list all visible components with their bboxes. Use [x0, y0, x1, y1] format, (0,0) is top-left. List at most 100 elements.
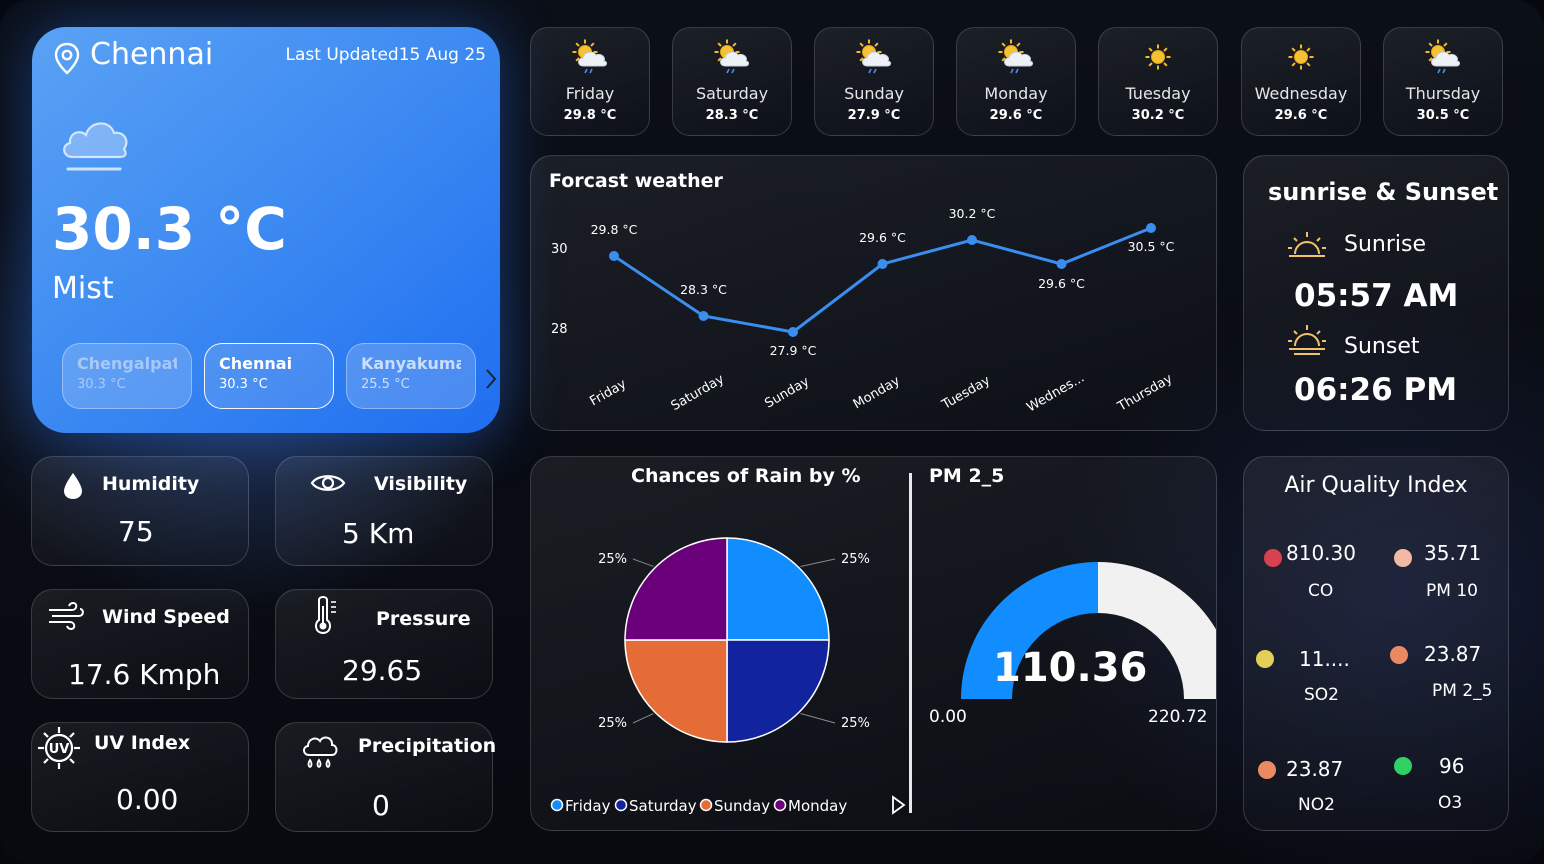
visibility-card: Visibility 5 Km: [275, 456, 493, 566]
leader-line: [632, 558, 654, 567]
data-point[interactable]: [1056, 259, 1067, 269]
city-chip-chennai[interactable]: Chennai 30.3 °C: [204, 343, 334, 409]
slice-label: 25%: [598, 552, 627, 567]
aqi-pollutant-name: PM 10: [1426, 581, 1478, 601]
day-name: Sunday: [844, 84, 904, 103]
aqi-status-dot: [1264, 549, 1282, 567]
wind-speed-label: Wind Speed: [102, 606, 230, 628]
slice-label: 25%: [598, 716, 627, 731]
pm-gauge-min: 0.00: [929, 707, 967, 727]
data-point[interactable]: [877, 259, 888, 269]
day-temperature: 30.5 °C: [1416, 108, 1470, 123]
sunset-time: 06:26 PM: [1294, 372, 1458, 408]
sunrise-sunset-card: sunrise & Sunset Sunrise 05:57 AM Sunset…: [1243, 155, 1509, 431]
city-chip-temp: 25.5 °C: [361, 377, 410, 392]
aqi-value: 96: [1439, 754, 1465, 778]
day-name: Monday: [984, 84, 1048, 103]
thermometer-icon: [314, 596, 336, 635]
pie-slice-friday[interactable]: [726, 537, 830, 641]
partly-cloudy-rain-icon: [714, 39, 749, 74]
day-temperature: 27.9 °C: [847, 108, 901, 123]
location-pin-icon: [54, 42, 80, 75]
partly-cloudy-rain-icon: [1425, 39, 1460, 74]
slice-label: 25%: [841, 552, 870, 567]
cloud-icon: [63, 122, 128, 171]
pie-slice-monday[interactable]: [624, 537, 728, 641]
sunrise-label: Sunrise: [1344, 232, 1427, 257]
forecast-line-chart: 28 30 29.8 °C Friday 28.3 °C Saturday 27.9 °C S…: [551, 206, 1175, 416]
air-quality-card: Air Quality Index 810.30 CO 35.71 PM 10 11..…: [1243, 456, 1509, 831]
leader-line: [632, 713, 654, 724]
legend-marker: [773, 798, 787, 812]
legend-marker: [614, 798, 628, 812]
aqi-value: 35.71: [1424, 541, 1482, 565]
svg-text:UV: UV: [49, 742, 70, 757]
pressure-value: 29.65: [342, 654, 423, 687]
humidity-label: Humidity: [102, 473, 200, 495]
legend-label[interactable]: Friday: [565, 797, 611, 815]
last-updated: Last Updated15 Aug 25: [285, 45, 486, 65]
day-card-thursday[interactable]: Thursday 30.5 °C: [1383, 27, 1503, 136]
legend-marker: [699, 798, 713, 812]
day-card-tuesday[interactable]: Tuesday 30.2 °C: [1098, 27, 1218, 136]
day-name: Friday: [565, 84, 615, 103]
chevron-right-icon[interactable]: [484, 367, 498, 391]
data-label: 28.3 °C: [680, 282, 727, 297]
aqi-value: 23.87: [1286, 757, 1344, 781]
day-card-wednesday[interactable]: Wednesday 29.6 °C: [1241, 27, 1361, 136]
aqi-status-dot: [1258, 761, 1276, 779]
day-card-monday[interactable]: Monday 29.6 °C: [956, 27, 1076, 136]
x-tick-label: Thursday: [1114, 371, 1175, 415]
x-tick-label: Monday: [851, 373, 903, 412]
data-label: 29.8 °C: [591, 222, 638, 237]
pie-slice-saturday[interactable]: [726, 639, 830, 743]
data-point[interactable]: [967, 235, 977, 245]
x-tick-label: Tuesday: [939, 373, 993, 413]
day-temperature: 29.8 °C: [563, 108, 617, 123]
data-label: 29.6 °C: [1038, 276, 1085, 291]
sunrise-sunset-title: sunrise & Sunset: [1268, 178, 1499, 206]
uv-sun-icon: UV: [38, 727, 80, 769]
y-tick-label: 28: [551, 322, 568, 337]
aqi-status-dot: [1390, 646, 1408, 664]
aqi-value: 810.30: [1286, 541, 1356, 565]
precipitation-label: Precipitation: [358, 735, 497, 757]
legend-label[interactable]: Sunday: [714, 797, 770, 815]
aqi-pollutant-name: SO2: [1304, 685, 1339, 705]
day-card-saturday[interactable]: Saturday 28.3 °C: [672, 27, 792, 136]
city-chip-name: Chennai: [219, 354, 293, 373]
aqi-status-dot: [1256, 650, 1274, 668]
city-chip-name: Chengalpat...: [77, 354, 177, 373]
data-point[interactable]: [698, 311, 709, 321]
sunset-label: Sunset: [1344, 334, 1420, 359]
partly-cloudy-rain-icon: [856, 39, 891, 74]
legend-label[interactable]: Monday: [788, 797, 847, 815]
x-tick-label: Saturday: [669, 372, 727, 414]
pressure-card: Pressure 29.65: [275, 589, 493, 699]
aqi-value: 23.87: [1424, 642, 1482, 666]
pie-slice-sunday[interactable]: [624, 639, 728, 743]
aqi-pollutant-name: CO: [1308, 581, 1334, 601]
wind-speed-card: Wind Speed 17.6 Kmph: [31, 589, 249, 699]
wind-speed-value: 17.6 Kmph: [68, 658, 221, 691]
data-label: 29.6 °C: [859, 230, 906, 245]
legend-label[interactable]: Saturday: [629, 797, 697, 815]
uv-index-value: 0.00: [116, 783, 179, 816]
data-point[interactable]: [609, 251, 619, 261]
precipitation-card: Precipitation 0: [275, 722, 497, 832]
data-point[interactable]: [788, 327, 798, 337]
city-chip-kanyakumari[interactable]: Kanyakuma... 25.5 °C: [346, 343, 476, 409]
x-tick-label: Wednes...: [1024, 371, 1087, 416]
city-chip-temp: 30.3 °C: [219, 377, 268, 392]
pm-gauge-value: 110.36: [993, 645, 1148, 691]
play-next-icon[interactable]: [891, 795, 907, 815]
day-name: Wednesday: [1254, 84, 1348, 103]
pm-gauge-title: PM 2_5: [929, 465, 1005, 487]
panel-divider: [909, 473, 912, 813]
day-card-friday[interactable]: Friday 29.8 °C: [530, 27, 650, 136]
city-chip-chengalpattu[interactable]: Chengalpat... 30.3 °C: [62, 343, 192, 409]
day-temperature: 29.6 °C: [989, 108, 1043, 123]
day-name: Saturday: [695, 84, 769, 103]
data-point[interactable]: [1146, 223, 1156, 233]
day-card-sunday[interactable]: Sunday 27.9 °C: [814, 27, 934, 136]
